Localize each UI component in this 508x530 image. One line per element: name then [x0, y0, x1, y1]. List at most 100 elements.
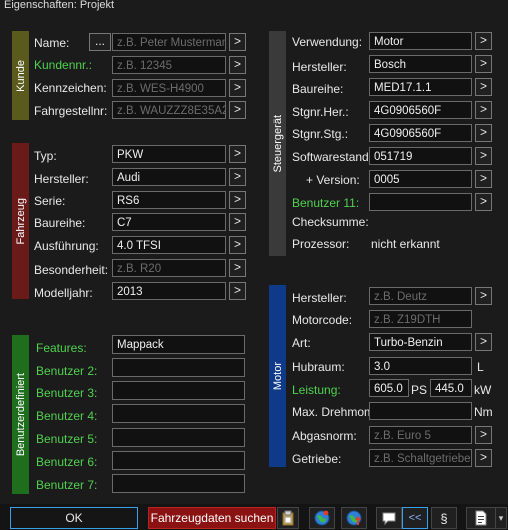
benutzer4-field[interactable] [112, 404, 245, 423]
paragraph-button[interactable]: § [431, 507, 457, 529]
section-kunde: Kunde [12, 31, 29, 120]
name-select-button[interactable]: > [229, 33, 246, 51]
sg-baureihe-field[interactable]: MED17.1.1 [369, 78, 472, 96]
features-label: Features: [36, 341, 87, 355]
document-button[interactable] [466, 507, 496, 529]
leistung-kw-field[interactable]: 445.0 [430, 379, 472, 397]
name-field[interactable]: z.B. Peter Mustermann [112, 33, 226, 51]
document-menu-dropdown[interactable]: ▾ [496, 507, 507, 529]
stgnr-stg-select-button[interactable]: > [475, 124, 492, 142]
serie-select-button[interactable]: > [229, 191, 246, 209]
mo-hersteller-select-button[interactable]: > [475, 287, 492, 305]
section-steuergeraet: Steuergerät [269, 31, 286, 256]
art-field[interactable]: Turbo-Benzin [369, 333, 472, 351]
benutzer4-label: Benutzer 4: [36, 409, 98, 423]
fz-baureihe-select-button[interactable]: > [229, 213, 246, 231]
benutzer5-field[interactable] [112, 428, 245, 447]
stgnr-her-field[interactable]: 4G0906560F [369, 101, 472, 119]
document-icon [475, 510, 487, 526]
globe-search-button[interactable] [309, 507, 335, 529]
ausfuehrung-select-button[interactable]: > [229, 236, 246, 254]
drehmom-unit: Nm [474, 405, 493, 419]
leistung-ps-field[interactable]: 605.0 [369, 379, 409, 397]
verwendung-field[interactable]: Motor [369, 32, 472, 50]
serie-field[interactable]: RS6 [112, 191, 226, 209]
benutzer11-field[interactable] [369, 193, 472, 211]
benutzer2-field[interactable] [112, 358, 245, 377]
benutzer7-label: Benutzer 7: [36, 478, 98, 492]
name-browse-button[interactable]: ... [89, 33, 111, 51]
globe-icon [314, 510, 330, 526]
fahrzeugdaten-suchen-button[interactable]: Fahrzeugdaten suchen [148, 507, 276, 529]
getriebe-field[interactable]: z.B. Schaltgetriebe [369, 449, 472, 467]
softwarestand-field[interactable]: 051719 [369, 147, 472, 165]
drehmom-field[interactable] [369, 402, 472, 420]
fahrgestell-field[interactable]: z.B. WAUZZZ8E35A235 [112, 101, 226, 119]
kundennr-select-button[interactable]: > [229, 56, 246, 74]
back-button[interactable]: << [402, 507, 428, 529]
kennzeichen-label: Kennzeichen: [34, 81, 107, 95]
comment-button[interactable] [376, 507, 402, 529]
stgnr-stg-field[interactable]: 4G0906560F [369, 124, 472, 142]
hubraum-field[interactable]: 3.0 [369, 357, 472, 375]
globe-upload-button[interactable] [341, 507, 367, 529]
motorcode-field[interactable]: z.B. Z19DTH [369, 310, 472, 328]
clipboard-button[interactable] [277, 507, 299, 529]
benutzer2-label: Benutzer 2: [36, 364, 98, 378]
name-label: Name: [34, 36, 70, 50]
leistung-label: Leistung: [292, 383, 341, 397]
section-motor: Motor [269, 285, 286, 467]
benutzer3-field[interactable] [112, 381, 245, 400]
fahrgestell-select-button[interactable]: > [229, 101, 246, 119]
besonderheit-field[interactable]: z.B. R20 [112, 259, 226, 277]
typ-field[interactable]: PKW [112, 145, 226, 163]
fz-baureihe-field[interactable]: C7 [112, 213, 226, 231]
mo-hersteller-field[interactable]: z.B. Deutz [369, 287, 472, 305]
hubraum-unit: L [477, 360, 484, 374]
verwendung-select-button[interactable]: > [475, 32, 492, 50]
ok-button[interactable]: OK [10, 507, 138, 529]
kennzeichen-select-button[interactable]: > [229, 79, 246, 97]
fz-baureihe-label: Baureihe: [34, 216, 86, 230]
fz-hersteller-select-button[interactable]: > [229, 168, 246, 186]
softwarestand-select-button[interactable]: > [475, 147, 492, 165]
fz-hersteller-field[interactable]: Audi [112, 168, 226, 186]
version-field[interactable]: 0005 [369, 170, 472, 188]
fz-hersteller-label: Hersteller: [34, 172, 89, 186]
modelljahr-select-button[interactable]: > [229, 282, 246, 300]
section-benutzerdefiniert: Benutzerdefiniert [12, 335, 29, 494]
getriebe-select-button[interactable]: > [475, 449, 492, 467]
benutzer11-select-button[interactable]: > [475, 193, 492, 211]
drehmom-label: Max. Drehmom. [292, 405, 378, 419]
art-label: Art: [292, 336, 311, 350]
abgasnorm-field[interactable]: z.B. Euro 5 [369, 426, 472, 444]
ausfuehrung-field[interactable]: 4.0 TFSI [112, 236, 226, 254]
kw-unit: kW [474, 383, 492, 397]
getriebe-label: Getriebe: [292, 452, 342, 466]
stgnr-her-label: Stgnr.Her.: [292, 105, 349, 119]
benutzer6-field[interactable] [112, 451, 245, 470]
abgasnorm-select-button[interactable]: > [475, 426, 492, 444]
stgnr-her-select-button[interactable]: > [475, 101, 492, 119]
benutzer7-field[interactable] [112, 474, 245, 493]
typ-label: Typ: [34, 149, 57, 163]
art-select-button[interactable]: > [475, 333, 492, 351]
modelljahr-field[interactable]: 2013 [112, 282, 226, 300]
globe-upload-icon [346, 510, 362, 526]
version-select-button[interactable]: > [475, 170, 492, 188]
speech-bubble-icon [382, 512, 396, 526]
besonderheit-select-button[interactable]: > [229, 259, 246, 277]
sg-baureihe-select-button[interactable]: > [475, 78, 492, 96]
kundennr-label: Kundennr.: [34, 58, 93, 72]
sg-hersteller-select-button[interactable]: > [475, 55, 492, 73]
kundennr-field[interactable]: z.B. 12345 [112, 56, 226, 74]
kennzeichen-field[interactable]: z.B. WES-H4900 [112, 79, 226, 97]
fahrgestell-label: Fahrgestellnr: [34, 104, 108, 118]
verwendung-label: Verwendung: [292, 35, 363, 49]
benutzer6-label: Benutzer 6: [36, 455, 98, 469]
typ-select-button[interactable]: > [229, 145, 246, 163]
checksumme-label: Checksumme: [292, 215, 369, 229]
sg-hersteller-field[interactable]: Bosch [369, 55, 472, 73]
hubraum-label: Hubraum: [292, 360, 345, 374]
features-field[interactable]: Mappack [112, 335, 245, 354]
